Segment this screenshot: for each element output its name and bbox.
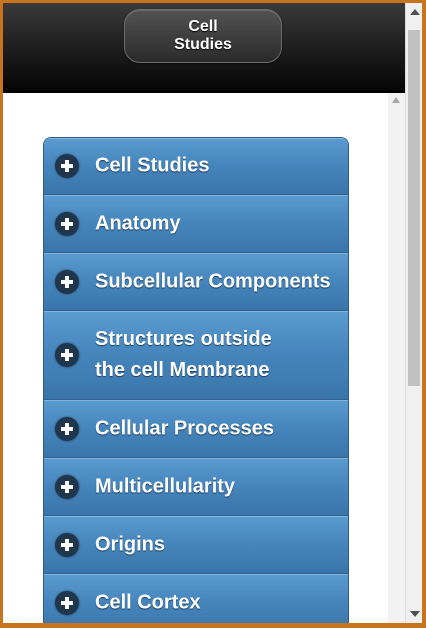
plus-circle-icon	[55, 532, 79, 557]
menu-item-structures-outside-membrane[interactable]: Structures outside the cell Membrane	[44, 311, 348, 400]
scroll-up-arrow-icon[interactable]	[410, 9, 420, 15]
menu-item-label: Cell Cortex	[95, 591, 201, 613]
menu-item-label: Multicellularity	[95, 475, 236, 497]
plus-circle-icon	[55, 590, 79, 615]
scroll-down-arrow-icon[interactable]	[410, 611, 420, 617]
page-title: Cell Studies	[174, 18, 232, 53]
menu-item-label: Subcellular Components	[95, 270, 331, 292]
menu-item-label: Origins	[95, 533, 166, 555]
menu-item-label: Cell Studies	[95, 154, 210, 177]
title-button[interactable]: Cell Studies	[124, 9, 282, 63]
menu-item-cellular-processes[interactable]: Cellular Processes	[44, 400, 348, 458]
inner-scroll-up-arrow-icon[interactable]	[392, 97, 400, 103]
collapsible-menu: Cell Studies Anatomy Subcellular Compone…	[43, 137, 349, 623]
menu-item-subcellular-components[interactable]: Subcellular Components	[44, 253, 348, 311]
inner-scrollbar[interactable]	[388, 93, 405, 623]
menu-item-label: Cellular Processes	[95, 417, 274, 439]
header-bar: Cell Studies	[3, 3, 405, 93]
menu-item-label: Anatomy	[95, 212, 181, 234]
menu-item-multicellularity[interactable]: Multicellularity	[44, 458, 348, 516]
window-scrollbar[interactable]	[405, 3, 422, 623]
scroll-thumb[interactable]	[408, 30, 420, 386]
app-window: Cell Studies Cell Studies Anatomy Subcel…	[3, 3, 422, 623]
plus-circle-icon	[55, 343, 79, 367]
plus-circle-icon	[55, 474, 79, 499]
plus-circle-icon	[55, 416, 79, 441]
menu-item-anatomy[interactable]: Anatomy	[44, 195, 348, 253]
menu-item-cell-studies[interactable]: Cell Studies	[44, 138, 348, 195]
menu-item-cell-cortex[interactable]: Cell Cortex	[44, 574, 348, 623]
plus-circle-icon	[55, 154, 79, 178]
menu-item-label: Structures outside the cell Membrane	[95, 328, 272, 381]
menu-item-origins[interactable]: Origins	[44, 516, 348, 574]
plus-circle-icon	[55, 269, 79, 294]
plus-circle-icon	[55, 211, 79, 236]
